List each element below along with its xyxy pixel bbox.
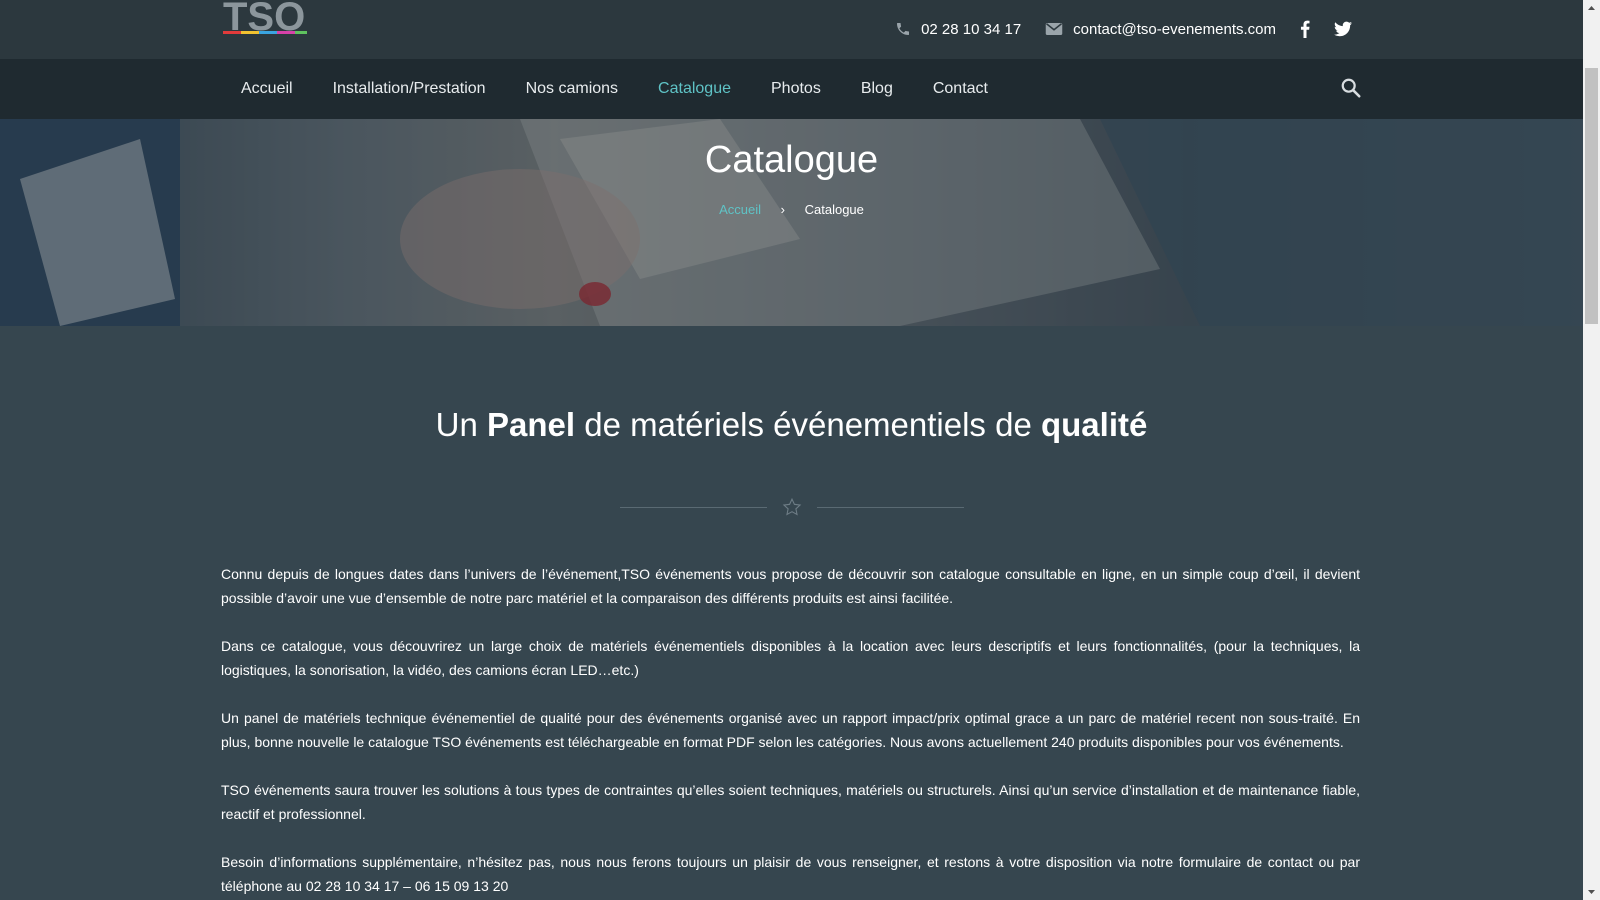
site-logo[interactable]: TSO xyxy=(221,0,311,44)
section-divider xyxy=(620,498,964,518)
social-links xyxy=(1298,20,1352,38)
nav-menu: Accueil Installation/Prestation Nos cami… xyxy=(221,59,1008,119)
breadcrumb-separator: › xyxy=(780,202,785,217)
facebook-icon[interactable] xyxy=(1298,20,1312,38)
phone-number: 02 28 10 34 17 xyxy=(921,20,1022,38)
scrollbar-thumb[interactable] xyxy=(1585,68,1598,324)
hero-banner: Catalogue Accueil › Catalogue xyxy=(0,119,1583,326)
page: TSO 02 28 10 34 17 contact@tso-evenement… xyxy=(0,0,1583,900)
contact-info: 02 28 10 34 17 contact@tso-evenements.co… xyxy=(871,17,1352,41)
search-button[interactable] xyxy=(1340,77,1364,101)
phone-contact[interactable]: 02 28 10 34 17 xyxy=(895,21,1021,38)
email-address: contact@tso-evenements.com xyxy=(1073,20,1276,38)
star-icon xyxy=(782,498,802,516)
page-scrollbar[interactable] xyxy=(1583,0,1600,900)
paragraph: Connu depuis de longues dates dans l’uni… xyxy=(221,566,1360,606)
email-contact[interactable]: contact@tso-evenements.com xyxy=(1045,21,1276,38)
top-bar: TSO 02 28 10 34 17 contact@tso-evenement… xyxy=(0,0,1583,59)
nav-item-blog[interactable]: Blog xyxy=(841,59,913,119)
breadcrumb: Accueil › Catalogue xyxy=(0,202,1583,217)
scroll-up-arrow[interactable] xyxy=(1583,0,1600,17)
nav-item-photos[interactable]: Photos xyxy=(751,59,841,119)
page-title: Catalogue xyxy=(704,139,879,181)
paragraph: Dans ce catalogue, vous découvrirez un l… xyxy=(221,638,1360,678)
mail-icon xyxy=(1045,23,1063,35)
nav-item-installation[interactable]: Installation/Prestation xyxy=(313,59,506,119)
nav-item-nos-camions[interactable]: Nos camions xyxy=(506,59,638,119)
section-heading: Un Panel de matériels événementiels de q… xyxy=(435,406,1148,443)
twitter-icon[interactable] xyxy=(1334,21,1352,37)
arrow-down-icon xyxy=(1588,890,1595,894)
arrow-up-icon xyxy=(1588,6,1595,10)
nav-item-catalogue[interactable]: Catalogue xyxy=(638,59,751,119)
main-navigation: Accueil Installation/Prestation Nos cami… xyxy=(0,59,1583,119)
scroll-down-arrow[interactable] xyxy=(1583,883,1600,900)
paragraph: TSO événements saura trouver les solutio… xyxy=(221,782,1360,822)
nav-item-accueil[interactable]: Accueil xyxy=(221,59,313,119)
paragraph: Un panel de matériels technique événemen… xyxy=(221,710,1360,750)
breadcrumb-home-link[interactable]: Accueil xyxy=(719,202,761,217)
phone-icon xyxy=(897,23,910,35)
nav-item-contact[interactable]: Contact xyxy=(913,59,1008,119)
search-icon xyxy=(1341,78,1361,98)
paragraph: Besoin d’informations supplémentaire, n’… xyxy=(221,854,1360,894)
content-text: Connu depuis de longues dates dans l’uni… xyxy=(221,562,1360,900)
breadcrumb-current: Catalogue xyxy=(804,202,864,217)
